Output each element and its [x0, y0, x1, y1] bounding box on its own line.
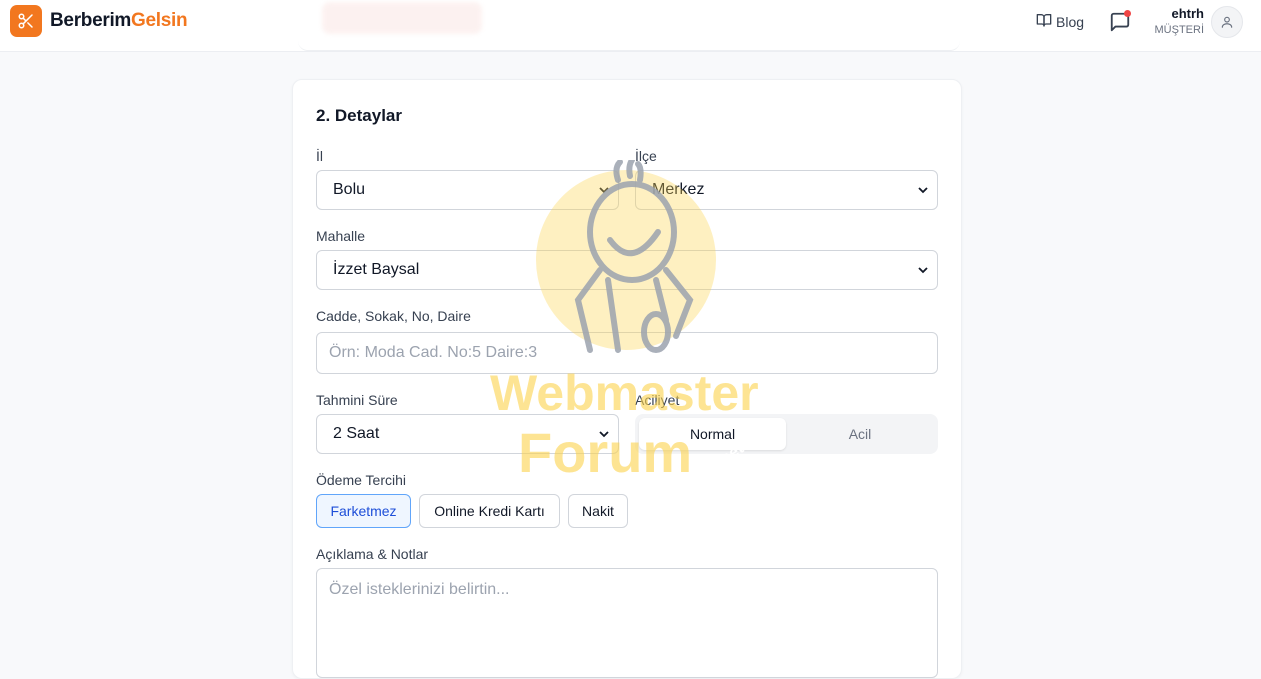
odeme-kredi-karti-button[interactable]: Online Kredi Kartı [419, 494, 560, 528]
odeme-label: Ödeme Tercihi [316, 472, 407, 488]
chevron-down-icon [918, 267, 928, 274]
adres-input[interactable]: Örn: Moda Cad. No:5 Daire:3 [316, 332, 938, 374]
scissors-logo-icon[interactable] [10, 5, 42, 37]
brand-part-2: Gelsin [131, 10, 188, 31]
mahalle-label: Mahalle [316, 228, 366, 244]
chevron-down-icon [599, 187, 609, 194]
ilce-label: İlçe [635, 148, 657, 164]
il-value: Bolu [333, 181, 366, 198]
sure-label: Tahmini Süre [316, 392, 398, 408]
ilce-select[interactable]: Merkez [635, 170, 938, 210]
aciliyet-acil-button[interactable]: Acil [786, 418, 934, 450]
brand-name[interactable]: BerberimGelsin [50, 10, 188, 32]
adres-placeholder: Örn: Moda Cad. No:5 Daire:3 [329, 344, 538, 361]
book-open-icon [1036, 12, 1052, 31]
section-title: 2. Detaylar [316, 106, 402, 125]
il-select[interactable]: Bolu [316, 170, 619, 210]
user-icon[interactable] [1211, 6, 1243, 38]
aciklama-textarea[interactable]: Özel isteklerinizi belirtin... [316, 568, 938, 678]
previous-section-tab [322, 2, 482, 34]
aciliyet-normal-button[interactable]: Normal [639, 418, 786, 450]
notification-dot [1124, 10, 1131, 17]
aciklama-placeholder: Özel isteklerinizi belirtin... [329, 581, 510, 598]
ilce-value: Merkez [652, 181, 705, 198]
user-name[interactable]: ehtrh [1148, 6, 1205, 21]
mahalle-select[interactable]: İzzet Baysal [316, 250, 938, 290]
aciliyet-label: Aciliyet [635, 392, 680, 408]
odeme-nakit-button[interactable]: Nakit [568, 494, 628, 528]
brand-part-1: Berberim [50, 10, 132, 31]
blog-link[interactable]: Blog [1036, 12, 1084, 31]
il-label: İl [316, 148, 323, 164]
mahalle-value: İzzet Baysal [333, 261, 420, 278]
sure-select[interactable]: 2 Saat [316, 414, 619, 454]
adres-label: Cadde, Sokak, No, Daire [316, 308, 471, 324]
blog-label: Blog [1056, 13, 1085, 30]
odeme-farketmez-button[interactable]: Farketmez [316, 494, 411, 528]
user-role: MÜŞTERİ [1154, 24, 1205, 36]
chevron-down-icon [599, 431, 609, 438]
aciklama-label: Açıklama & Notlar [316, 546, 429, 562]
sure-value: 2 Saat [333, 425, 380, 442]
chevron-down-icon [918, 187, 928, 194]
